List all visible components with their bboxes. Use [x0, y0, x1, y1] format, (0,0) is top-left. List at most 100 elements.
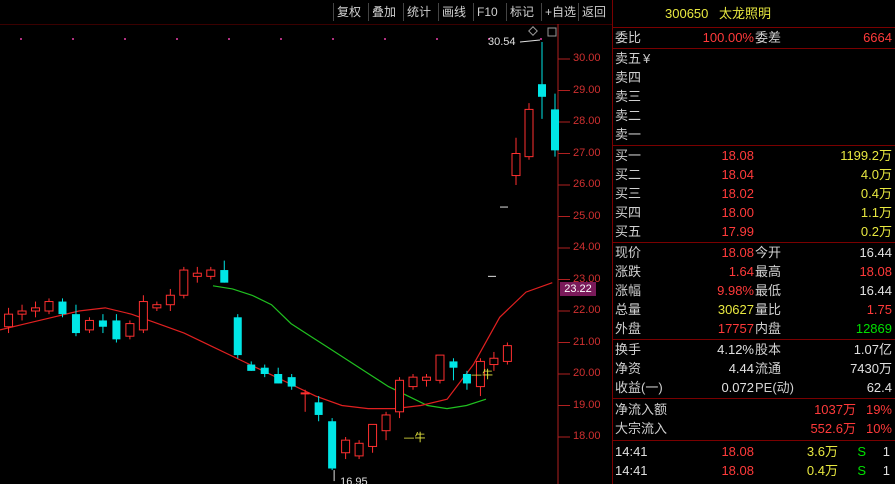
flow-percent: 19% [865, 402, 892, 417]
bid-volume: 4.0万 [860, 167, 892, 182]
quote-panel: 300650 太龙照明 委比 100.00% 委差 6664 卖五 ¥ 卖四 卖三 卖二… [612, 0, 895, 484]
bull-marker: —牛 [404, 430, 426, 444]
currency-icon: ¥ [643, 51, 651, 66]
candle-body [112, 320, 121, 340]
bid-volume: 0.4万 [860, 186, 892, 201]
top-dot [72, 38, 74, 40]
bid-label: 买五 [615, 224, 642, 239]
stat-label: 收益(一) [615, 380, 663, 395]
candle-body [247, 364, 256, 371]
candle-body [422, 376, 432, 381]
stat-value: 12869 [855, 321, 892, 336]
stat-value: 4.44 [728, 361, 754, 376]
stat-label: 涨跌 [615, 264, 642, 279]
bid-price: 18.00 [721, 205, 754, 220]
ask-row: 卖四 [613, 68, 895, 88]
flow-percent: 10% [865, 421, 892, 436]
bull-marker: —牛 [471, 367, 493, 381]
stat-label: 外盘 [615, 321, 642, 336]
candle-body [489, 357, 499, 366]
bid-row: 买二 18.04 4.0万 [613, 165, 895, 185]
candle-body [17, 310, 27, 315]
candle-body [152, 304, 162, 309]
stat-value: 7430万 [850, 361, 892, 376]
bid-label: 买四 [615, 205, 642, 220]
add-watchlist-button[interactable]: +自选 [541, 3, 579, 21]
stat-label: 股本 [755, 342, 782, 357]
candle-body [31, 307, 41, 312]
stock-code: 300650 [665, 6, 709, 21]
stat-label: PE(动) [755, 380, 795, 395]
stock-name: 太龙照明 [719, 6, 772, 21]
f10-button[interactable]: F10 [473, 3, 501, 21]
flow-amount: 1037万 [814, 402, 856, 417]
y-tick-label: 25.00 [573, 209, 601, 222]
tick-row: 14:41 18.08 3.6万 S 1 [613, 442, 895, 462]
candle-body [551, 109, 559, 151]
y-tick-label: 29.00 [573, 83, 601, 96]
tick-count: 1 [882, 444, 890, 459]
candle-body [125, 323, 135, 337]
stat-value: 18.08 [721, 245, 754, 260]
y-tick-label: 27.00 [573, 146, 601, 159]
back-button[interactable]: 返回 [578, 3, 609, 21]
stat-row: 净资 4.44 流通 7430万 [613, 359, 895, 379]
kline-chart[interactable]: 30.54 16.95 —牛 —牛 30.00 29.00 28.00 27.00 26.00… [0, 24, 612, 484]
stat-value: 17757 [717, 321, 754, 336]
candle-body [408, 376, 418, 388]
stat-row: 现价 18.08 今开 16.44 [613, 243, 895, 263]
y-tick-label: 28.00 [573, 115, 601, 127]
mark-button[interactable]: 标记 [506, 3, 537, 21]
ask-row: 卖二 [613, 106, 895, 126]
stat-value: 9.98% [717, 283, 754, 298]
candle-body [98, 320, 107, 327]
candle-body [524, 108, 534, 158]
candle-body [179, 269, 189, 296]
flow-row: 净流入额 1037万 19% [613, 400, 895, 420]
flow-label: 大宗流入 [615, 421, 668, 436]
chart-corner-icon [547, 27, 557, 37]
flow-row: 大宗流入 552.6万 10% [613, 419, 895, 439]
bid-price: 17.99 [721, 224, 754, 239]
top-dot [280, 38, 282, 40]
flow-amount: 552.6万 [810, 421, 856, 436]
bid-row: 买五 17.99 0.2万 [613, 222, 895, 242]
ma-green-line [212, 285, 487, 410]
candle-body [381, 414, 391, 432]
bid-price: 18.02 [721, 186, 754, 201]
overlay-button[interactable]: 叠加 [368, 3, 399, 21]
ask-row: 卖三 [613, 87, 895, 107]
tick-price: 18.08 [721, 444, 754, 459]
candle-body [368, 423, 378, 447]
wei-cha-value: 6664 [863, 30, 892, 45]
y-tick-label: 26.00 [573, 178, 601, 190]
fuquan-button[interactable]: 复权 [333, 3, 364, 21]
candle-body [511, 153, 521, 177]
ask-label: 卖三 [615, 89, 642, 104]
stat-value: 18.08 [859, 264, 892, 279]
ma-red-line [0, 282, 553, 410]
ask-row: 卖五 ¥ [613, 49, 895, 69]
y-tick-label: 20.00 [573, 367, 601, 379]
stat-label: 今开 [755, 245, 782, 260]
stat-label: 流通 [755, 361, 782, 376]
candle-body [314, 402, 323, 415]
bid-volume: 0.2万 [860, 224, 892, 239]
ask-label: 卖一 [615, 127, 642, 142]
tick-row: 14:41 18.08 0.4万 S 1 [613, 461, 895, 481]
stat-value: 16.44 [859, 245, 892, 260]
stats-button[interactable]: 统计 [403, 3, 434, 21]
candle-body [274, 374, 283, 384]
stat-value: 1.07亿 [853, 342, 892, 357]
candle-body [4, 313, 14, 328]
tick-volume: 3.6万 [806, 444, 838, 459]
candle-body [538, 84, 546, 97]
candle-body [58, 301, 67, 315]
draw-line-button[interactable]: 画线 [438, 3, 469, 21]
stat-label: 最高 [755, 264, 782, 279]
candle-body [44, 301, 54, 312]
candle-body [462, 374, 471, 384]
high-arrow [519, 39, 541, 43]
ask-label: 卖五 [615, 51, 642, 66]
bid-label: 买三 [615, 186, 642, 201]
